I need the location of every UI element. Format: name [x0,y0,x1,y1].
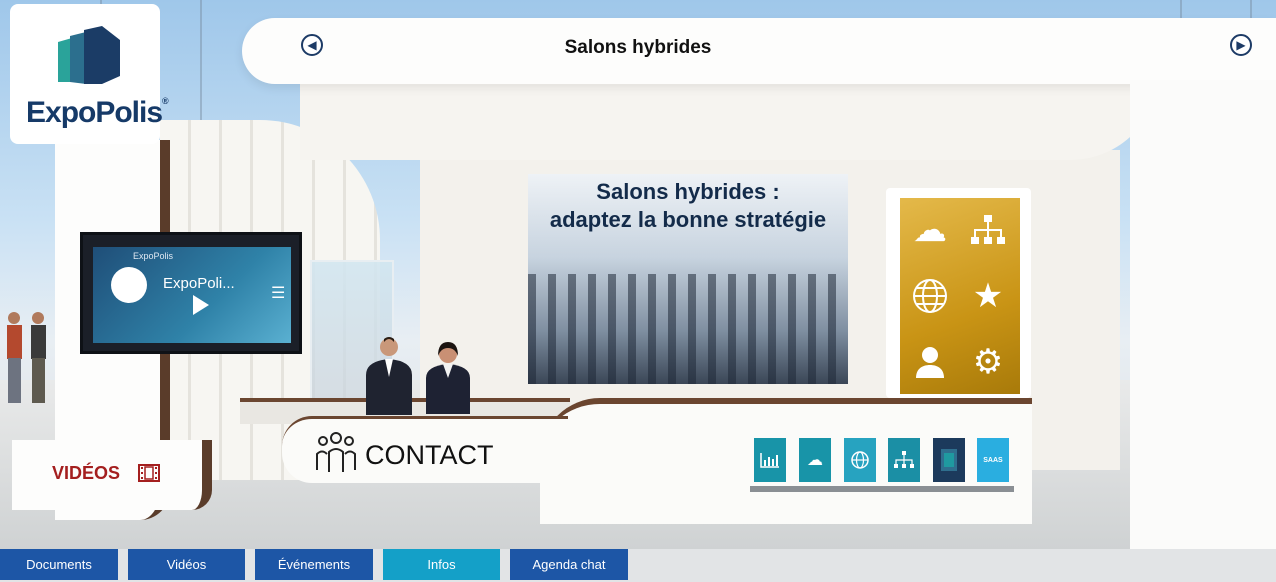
icon-panel[interactable]: ☁ ★ ⚙ [900,198,1020,394]
menu-infos[interactable]: Infos [383,549,500,580]
play-icon[interactable] [193,295,209,315]
staff-man [366,337,412,415]
brand-name: ExpoPolis [26,96,163,129]
main-screen[interactable]: Salons hybrides : adaptez la bonne strat… [528,174,848,384]
menu-videos[interactable]: Vidéos [128,549,245,580]
menu-documents[interactable]: Documents [0,549,118,580]
crowd-image [528,274,848,384]
saas-icon[interactable]: SAAS [977,438,1009,482]
page-title: Salons hybrides [564,37,712,58]
videos-link[interactable]: VIDÉOS [52,463,120,484]
gear-icon[interactable]: ⚙ [968,342,1008,382]
staff-woman [426,342,470,414]
cloud-icon[interactable]: ☁ [799,438,831,482]
expopolis-logo-icon [58,26,120,84]
team-icon[interactable] [314,430,358,481]
video-player[interactable]: ExpoPolis ExpoPoli... ☰ [80,232,302,354]
screen-headline: Salons hybrides : adaptez la bonne strat… [528,178,848,234]
network-icon[interactable] [968,210,1008,250]
playlist-icon[interactable]: ☰ [271,283,285,303]
logo-panel[interactable]: ExpoPolis® [10,4,169,144]
star-icon[interactable]: ★ [968,276,1008,316]
arrow-right-circle-icon[interactable]: ▶ [1230,34,1252,56]
cloud-icon[interactable]: ☁ [910,210,950,250]
arrow-left-circle-icon[interactable]: ◀ [301,34,323,56]
screen-headline-line1: Salons hybrides : [596,179,780,204]
menu-agenda-chat[interactable]: Agenda chat [510,549,628,580]
globe-icon[interactable] [844,438,876,482]
visitor-figures [7,312,46,403]
bottom-menu: Documents Vidéos Événements Infos Agenda… [0,549,1276,582]
video-title: ExpoPoli... [163,275,235,292]
film-icon[interactable] [138,464,160,487]
screen-headline-line2: adaptez la bonne stratégie [549,207,827,232]
bar-chart-icon[interactable] [754,438,786,482]
network-icon[interactable] [888,438,920,482]
image-icon[interactable] [933,438,965,482]
shelf [750,486,1014,492]
booth-right-pillar [1130,80,1276,549]
globe-icon[interactable] [910,276,950,316]
contact-button[interactable]: CONTACT [365,440,494,471]
brand-logo-text: ExpoPolis® [26,96,169,130]
brand-reg-mark: ® [162,96,169,106]
channel-avatar [111,267,147,303]
user-icon[interactable] [910,342,950,382]
booth-scene: Salons hybrides ◀ ▶ ExpoPolis® ExpoPolis… [0,0,1276,549]
video-channel: ExpoPolis [133,251,174,261]
video-thumbnail[interactable]: ExpoPolis ExpoPoli... ☰ [93,247,291,343]
menu-events[interactable]: Événements [255,549,373,580]
